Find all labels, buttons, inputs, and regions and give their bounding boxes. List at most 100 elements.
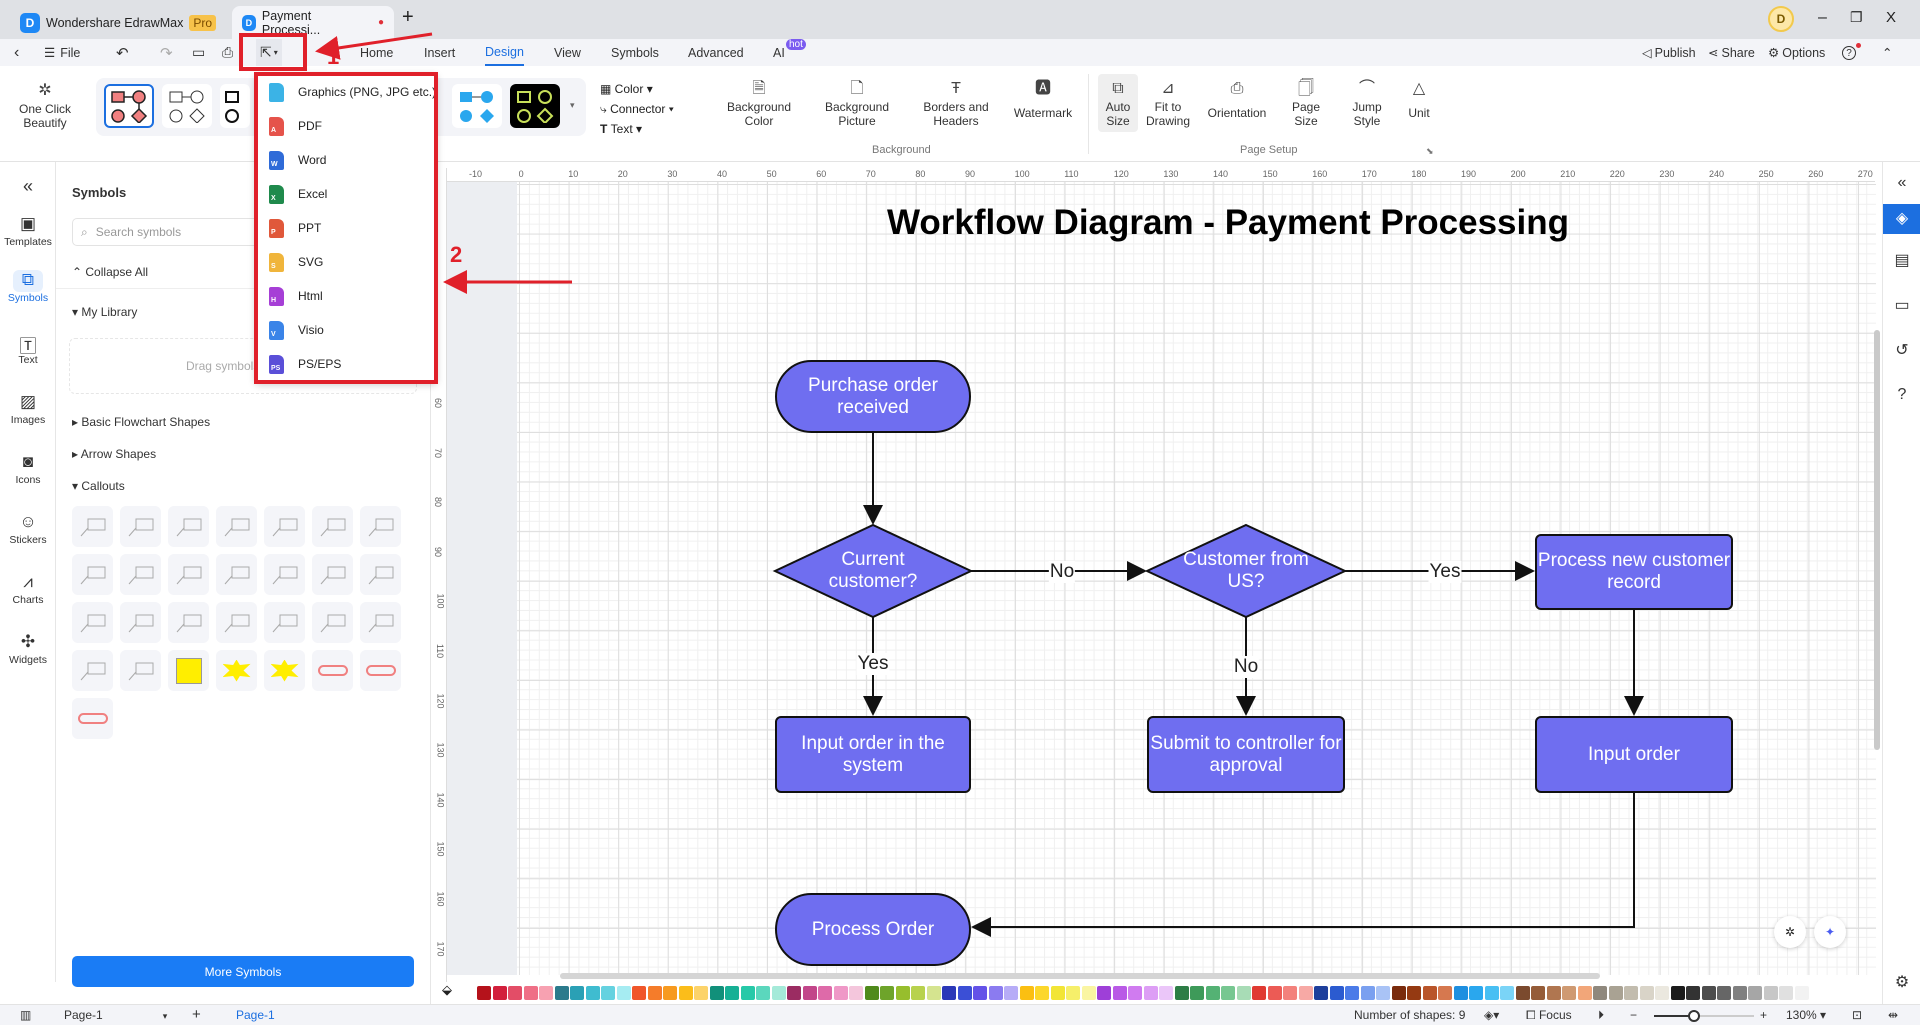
zoom-level-dropdown[interactable]: 130% ▾ <box>1786 1008 1826 1022</box>
section-basic-flowchart[interactable]: ▸ Basic Flowchart Shapes <box>72 415 210 429</box>
page-setup-dialog-icon[interactable]: ⬊ <box>1426 146 1434 157</box>
color-swatch[interactable] <box>1190 986 1204 1000</box>
sidebar-item-symbols[interactable]: ⧉ Symbols <box>0 270 56 304</box>
fit-page-icon[interactable]: ⊡ <box>1852 1008 1862 1022</box>
callout-symbol[interactable] <box>312 506 353 547</box>
color-swatch[interactable] <box>1608 986 1623 1000</box>
color-swatch[interactable] <box>1531 986 1545 1000</box>
callout-symbol[interactable] <box>360 650 401 691</box>
vertical-scrollbar[interactable] <box>1874 330 1880 750</box>
color-swatch[interactable] <box>1283 986 1297 1000</box>
callout-symbol[interactable] <box>360 602 401 643</box>
publish-button[interactable]: ◁ Publish <box>1642 39 1696 66</box>
color-swatch[interactable] <box>1469 986 1483 1000</box>
color-swatch[interactable] <box>864 986 879 1000</box>
callout-symbol[interactable] <box>72 650 113 691</box>
horizontal-scrollbar[interactable] <box>560 973 1600 979</box>
color-swatch[interactable] <box>1748 986 1762 1000</box>
color-swatch[interactable] <box>1763 986 1778 1000</box>
color-swatch[interactable] <box>554 986 569 1000</box>
style-thumbnail-3[interactable] <box>220 84 250 128</box>
color-swatch[interactable] <box>1577 986 1592 1000</box>
callout-symbol[interactable] <box>264 506 305 547</box>
color-swatch[interactable] <box>1298 986 1313 1000</box>
tab-insert[interactable]: Insert <box>424 39 455 66</box>
color-swatch[interactable] <box>1453 986 1468 1000</box>
orientation-button[interactable]: ⎙ Orientation <box>1202 78 1272 120</box>
expand-panel-icon[interactable]: « <box>1883 174 1920 192</box>
color-swatch[interactable] <box>477 986 491 1000</box>
fill-bucket-icon[interactable]: ⬙ <box>442 982 452 998</box>
page-size-button[interactable]: 🗍 Page Size <box>1284 78 1328 128</box>
callout-symbol[interactable] <box>120 506 161 547</box>
color-swatch[interactable] <box>1066 986 1080 1000</box>
color-swatch[interactable] <box>678 986 693 1000</box>
background-color-button[interactable]: 🗎 Background Color <box>724 78 794 128</box>
color-swatch[interactable] <box>1407 986 1421 1000</box>
color-swatch[interactable] <box>1686 986 1700 1000</box>
undo-icon[interactable]: ↶ <box>116 39 129 66</box>
text-dropdown[interactable]: T Text ▾ <box>600 119 674 139</box>
color-swatch[interactable] <box>1779 986 1793 1000</box>
color-swatch[interactable] <box>942 986 956 1000</box>
node-submit-to-controller[interactable]: Submit to controller for approval <box>1147 716 1345 793</box>
callout-symbol[interactable] <box>264 602 305 643</box>
zoom-slider-handle[interactable] <box>1688 1010 1700 1022</box>
auto-size-button[interactable]: ⧉ Auto Size <box>1098 74 1138 132</box>
node-input-order-in-system[interactable]: Input order in the system <box>775 716 971 793</box>
color-swatch[interactable] <box>988 986 1003 1000</box>
collapse-panel-icon[interactable]: « <box>0 176 56 197</box>
help-button[interactable]: ? <box>1842 46 1856 60</box>
page-selector[interactable]: Page-1 ▾ <box>64 1008 167 1022</box>
page-tab[interactable]: Page-1 <box>236 1008 275 1022</box>
color-swatch[interactable] <box>756 986 770 1000</box>
color-swatch[interactable] <box>1670 986 1685 1000</box>
callout-symbol[interactable] <box>360 506 401 547</box>
color-swatch[interactable] <box>1655 986 1669 1000</box>
color-swatch[interactable] <box>1004 986 1018 1000</box>
color-swatch[interactable] <box>523 986 538 1000</box>
color-swatch[interactable] <box>601 986 615 1000</box>
sidebar-item-icons[interactable]: ◙ Icons <box>0 452 56 486</box>
gallery-more-icon[interactable]: ▾ <box>570 100 575 111</box>
callout-symbol[interactable] <box>168 602 209 643</box>
style-thumbnail-1[interactable] <box>104 84 154 128</box>
callout-symbol[interactable] <box>312 554 353 595</box>
share-button[interactable]: ⋖ Share <box>1708 39 1755 66</box>
color-swatch[interactable] <box>1376 986 1390 1000</box>
jump-style-button[interactable]: ⌒ Jump Style <box>1345 78 1389 128</box>
callout-symbol[interactable] <box>72 602 113 643</box>
color-swatch[interactable] <box>725 986 739 1000</box>
color-swatch[interactable] <box>849 986 863 1000</box>
callout-symbol[interactable] <box>168 506 209 547</box>
tab-symbols[interactable]: Symbols <box>611 39 659 66</box>
color-swatch[interactable] <box>926 986 941 1000</box>
callout-symbol[interactable] <box>168 650 209 691</box>
node-process-new-customer-record[interactable]: Process new customer record <box>1535 534 1733 610</box>
page-panel-icon[interactable]: ▥ <box>20 1008 31 1022</box>
node-current-customer[interactable]: Current customer? <box>800 540 946 602</box>
color-swatch[interactable] <box>663 986 677 1000</box>
color-swatch[interactable] <box>802 986 817 1000</box>
sidebar-item-templates[interactable]: ▣ Templates <box>0 214 56 248</box>
color-swatch[interactable] <box>1267 986 1282 1000</box>
focus-button[interactable]: ⧠ Focus <box>1526 1008 1572 1023</box>
color-swatch[interactable] <box>1128 986 1142 1000</box>
color-swatch[interactable] <box>1236 986 1251 1000</box>
page-properties-icon[interactable]: ▤ <box>1883 250 1920 270</box>
color-swatch[interactable] <box>1174 986 1189 1000</box>
callout-symbol[interactable] <box>216 554 257 595</box>
connector-dropdown[interactable]: ⤷ Connector ▾ <box>600 99 674 119</box>
play-icon[interactable]: ⏵ <box>1598 1008 1604 1023</box>
color-swatch[interactable] <box>1345 986 1359 1000</box>
color-swatch[interactable] <box>1701 986 1716 1000</box>
layers-icon[interactable]: ◈▾ <box>1484 1008 1499 1022</box>
add-page-button[interactable]: + <box>192 1006 201 1023</box>
callout-symbol[interactable] <box>120 554 161 595</box>
color-swatch[interactable] <box>1252 986 1266 1000</box>
help-icon[interactable]: ? <box>1883 386 1920 404</box>
color-swatch[interactable] <box>957 986 972 1000</box>
color-swatch[interactable] <box>1081 986 1096 1000</box>
color-swatch[interactable] <box>1329 986 1344 1000</box>
redo-icon[interactable]: ↷ <box>160 39 173 66</box>
